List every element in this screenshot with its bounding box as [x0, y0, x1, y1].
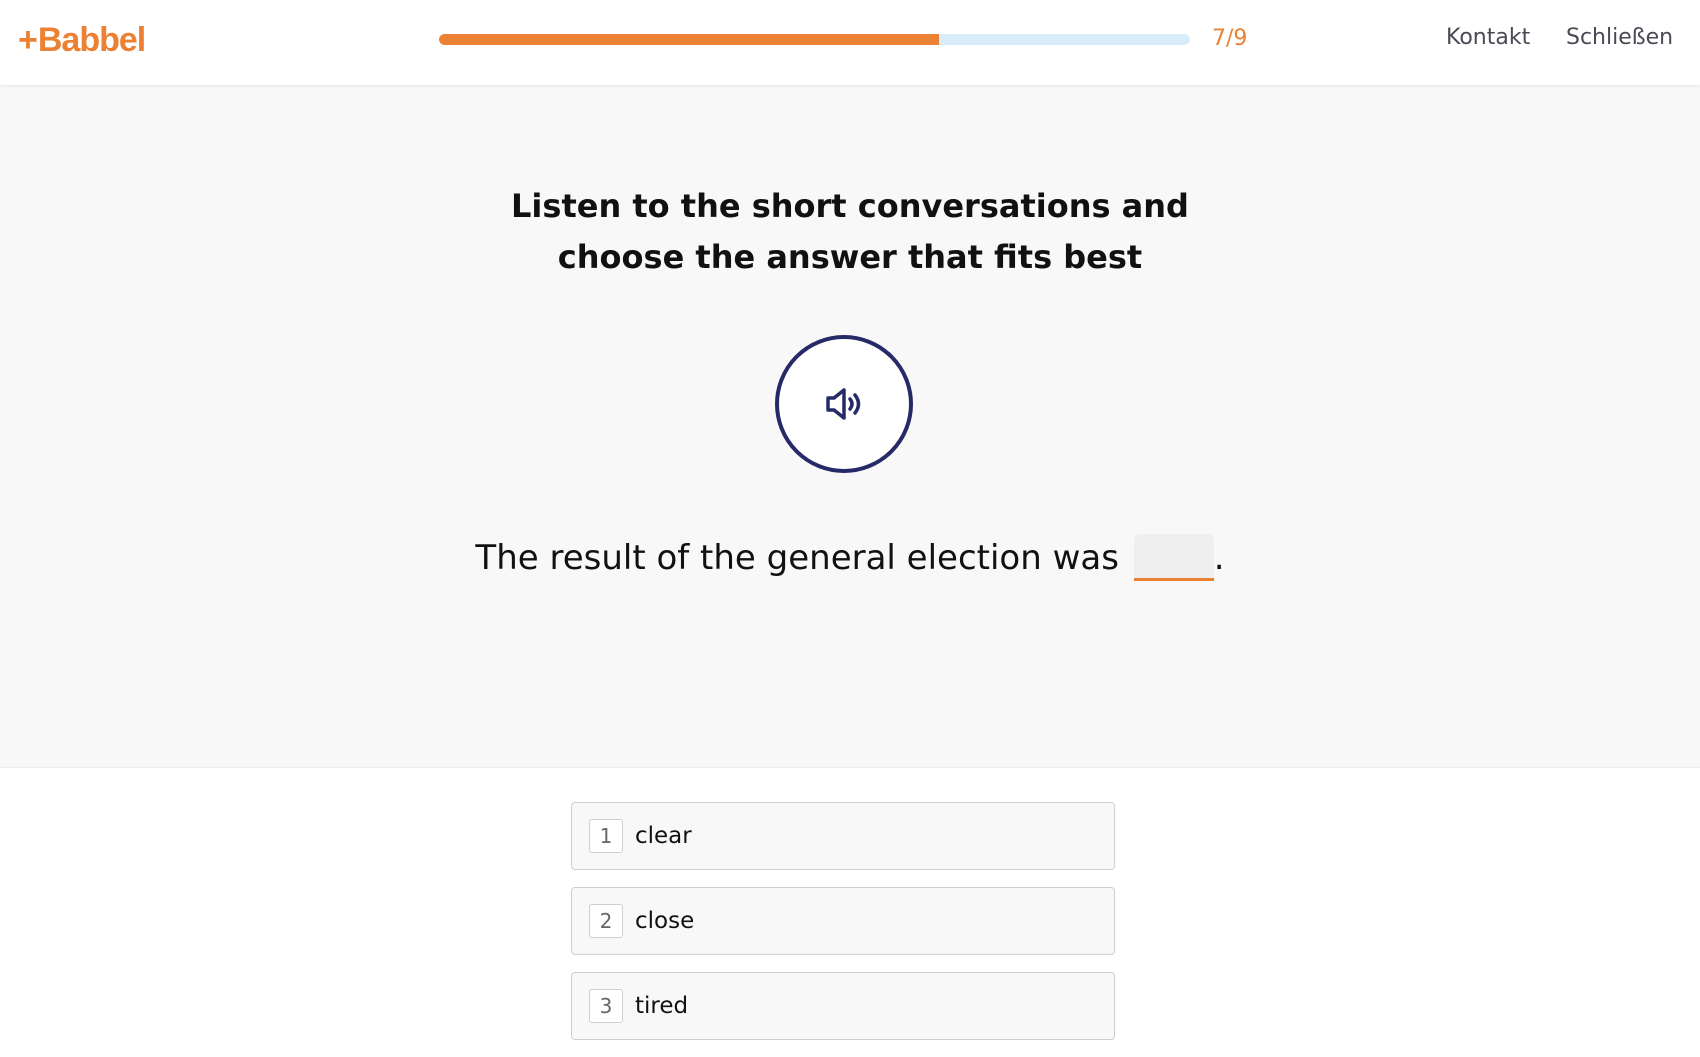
sentence-text: The result of the general election was: [475, 538, 1119, 578]
question-area: Listen to the short conversations and ch…: [0, 85, 1700, 768]
top-bar: + Babbel 7/9 Kontakt Schließen: [0, 0, 1700, 85]
question-sentence: The result of the general election was .: [0, 534, 1700, 581]
play-audio-button[interactable]: [775, 335, 913, 473]
answer-option-2[interactable]: 2 close: [571, 887, 1115, 955]
contact-link[interactable]: Kontakt: [1446, 25, 1530, 50]
logo-plus-icon: +: [18, 20, 38, 59]
option-key-badge: 1: [589, 819, 623, 853]
close-link[interactable]: Schließen: [1566, 25, 1673, 50]
instruction-line-2: choose the answer that fits best: [557, 238, 1143, 276]
option-key-badge: 3: [589, 989, 623, 1023]
babbel-logo[interactable]: + Babbel: [18, 20, 146, 60]
instruction-heading: Listen to the short conversations and ch…: [350, 181, 1350, 283]
instruction-line-1: Listen to the short conversations and: [511, 187, 1189, 225]
option-label: clear: [635, 823, 692, 849]
option-label: tired: [635, 993, 689, 1019]
logo-text: Babbel: [37, 20, 146, 59]
answer-option-3[interactable]: 3 tired: [571, 972, 1115, 1040]
progress-bar-fill: [439, 34, 940, 45]
option-key-badge: 2: [589, 904, 623, 938]
progress-bar: [439, 34, 1190, 45]
sentence-end: .: [1213, 538, 1225, 578]
speaker-icon: [826, 388, 861, 420]
option-label: close: [635, 908, 695, 934]
answer-option-1[interactable]: 1 clear: [571, 802, 1115, 870]
progress-count: 7/9: [1212, 26, 1248, 51]
answer-options: 1 clear 2 close 3 tired: [571, 802, 1115, 1057]
answer-blank[interactable]: [1133, 534, 1214, 581]
